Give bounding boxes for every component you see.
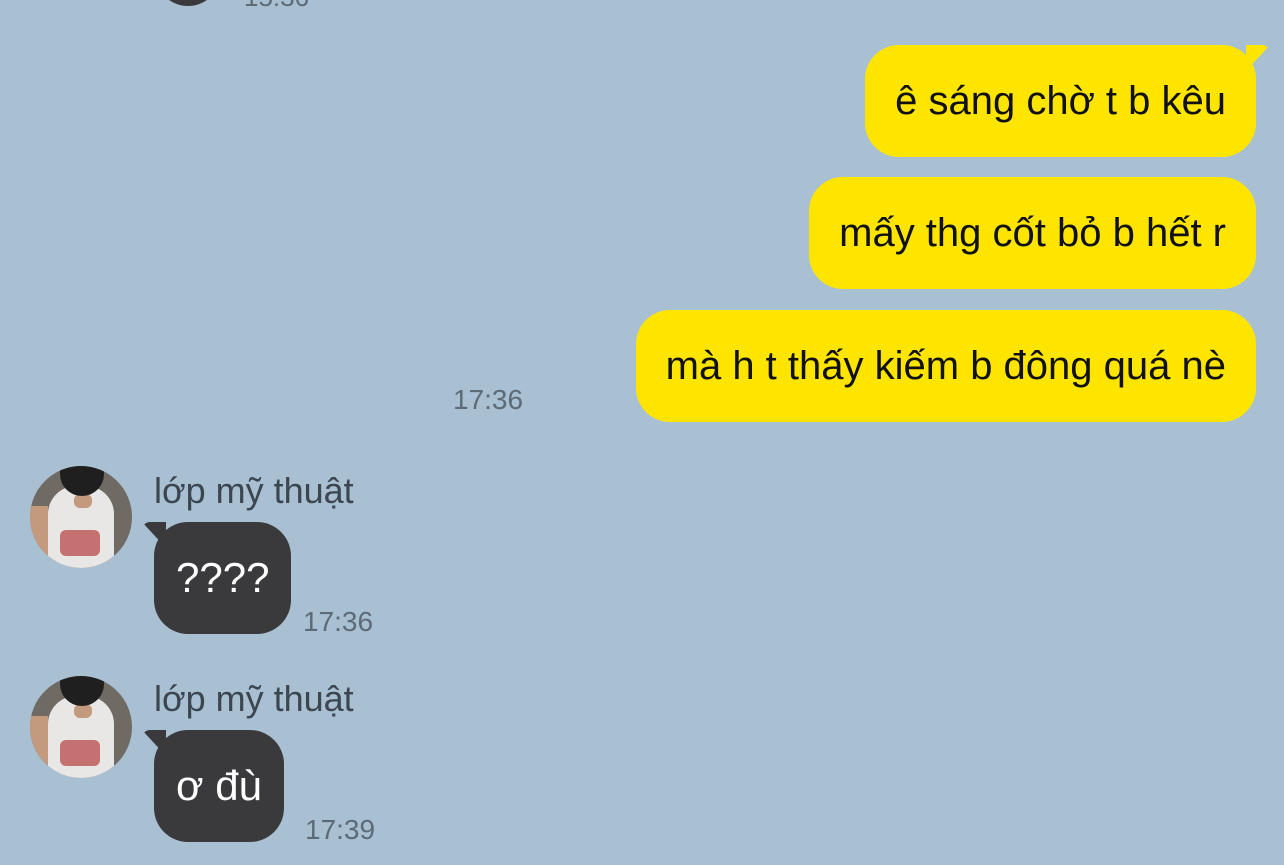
incoming-message-2[interactable]: ơ đù	[142, 730, 284, 842]
partial-avatar	[160, 0, 216, 6]
sender-name: lớp mỹ thuật	[154, 678, 354, 719]
outgoing-message-time: 17:36	[453, 384, 524, 415]
chat-area[interactable]: 15:36 ê sáng chờ t b kêu mấy thg cốt bỏ …	[0, 0, 1284, 865]
outgoing-message-2[interactable]: mấy thg cốt bỏ b hết r	[809, 177, 1256, 289]
incoming-message-time: 17:39	[305, 814, 376, 845]
message-time-partial: 15:36	[244, 0, 309, 13]
incoming-message-1[interactable]: ????	[141, 522, 292, 634]
sender-avatar[interactable]	[30, 676, 132, 778]
sender-name: lớp mỹ thuật	[154, 470, 354, 511]
outgoing-message-3[interactable]: mà h t thấy kiếm b đông quá nè	[635, 310, 1256, 422]
incoming-message-time: 17:36	[303, 606, 374, 637]
sender-avatar[interactable]	[30, 466, 132, 568]
outgoing-message-1[interactable]: ê sáng chờ t b kêu	[865, 45, 1270, 157]
